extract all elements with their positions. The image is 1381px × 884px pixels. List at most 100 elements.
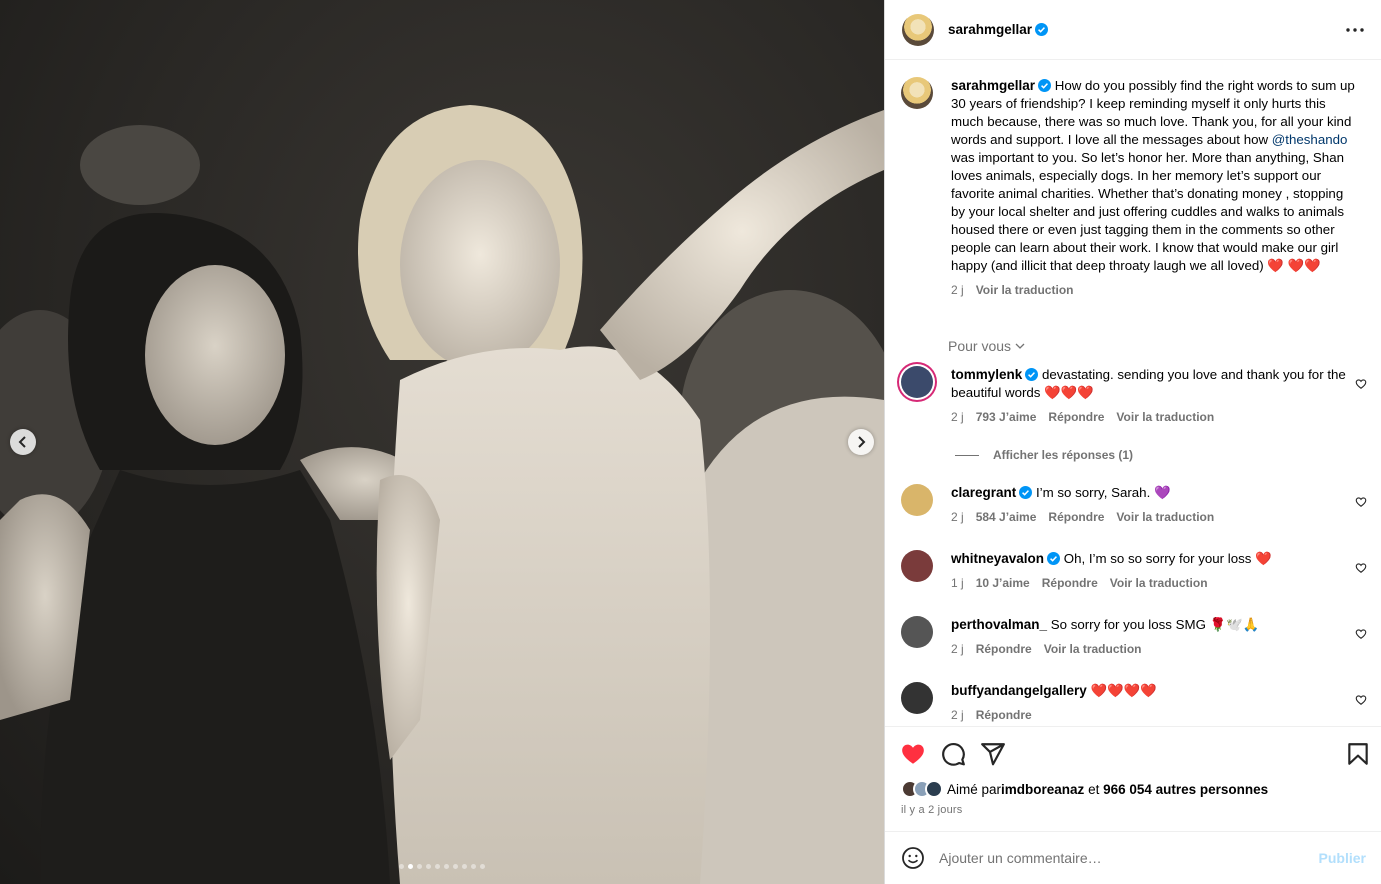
- commenter-avatar[interactable]: [901, 484, 933, 516]
- comment-emoji: 🌹🕊️🙏: [1209, 617, 1260, 632]
- comment-body: perthovalman_ So sorry for you loss SMG …: [951, 616, 1356, 658]
- caption-author-username[interactable]: sarahmgellar: [951, 78, 1035, 93]
- likes-count-link[interactable]: 966 054 autres personnes: [1103, 782, 1268, 797]
- commenter-avatar[interactable]: [901, 682, 933, 714]
- comment-meta: 1 j 10 J’aime Répondre Voir la traduction: [951, 574, 1356, 592]
- caption-text-continued: was important to you. So let’s honor her…: [951, 150, 1344, 273]
- comment-likes-link[interactable]: 793 J’aime: [976, 408, 1037, 426]
- caption-translate-link[interactable]: Voir la traduction: [976, 281, 1074, 299]
- post-media[interactable]: [0, 0, 884, 884]
- caption-body: sarahmgellar How do you possibly find th…: [951, 77, 1356, 299]
- more-horizontal-icon: [1346, 28, 1364, 32]
- comment-time: 2 j: [951, 510, 964, 524]
- author-username[interactable]: sarahmgellar: [948, 22, 1032, 37]
- post-date[interactable]: il y a 2 jours: [901, 804, 963, 816]
- carousel-dot: [399, 864, 404, 869]
- comment-reply-button[interactable]: Répondre: [976, 706, 1032, 724]
- commenter-username[interactable]: tommylenk: [951, 367, 1022, 382]
- comment-like-icon[interactable]: [1355, 693, 1367, 705]
- comment-body: claregrant I’m so sorry, Sarah. 💜 2 j 584 …: [951, 484, 1356, 526]
- caption-hearts: ❤️ ❤️❤️: [1267, 258, 1321, 273]
- comment-emoji: ❤️❤️❤️: [1044, 385, 1094, 400]
- comment-body: tommylenk devastating. sending you love …: [951, 366, 1356, 426]
- comment-emoji: 💜: [1153, 485, 1171, 500]
- chevron-left-icon: [18, 436, 26, 448]
- publish-button[interactable]: Publier: [1319, 850, 1366, 866]
- carousel-indicator: [0, 864, 884, 869]
- verified-badge-icon: [1038, 79, 1052, 92]
- caption-time: 2 j: [951, 283, 964, 297]
- caption-mention-link[interactable]: @theshando: [1272, 132, 1348, 147]
- like-filled-icon[interactable]: [900, 741, 926, 767]
- comment-meta: 2 j 793 J’aime Répondre Voir la traduction: [951, 408, 1356, 426]
- caption-author-avatar[interactable]: [901, 77, 933, 109]
- comment-time: 2 j: [951, 642, 964, 656]
- carousel-dot: [426, 864, 431, 869]
- carousel-dot: [453, 864, 458, 869]
- comment-emoji: ❤️: [1255, 551, 1272, 566]
- post-photo: [0, 105, 884, 884]
- commenter-username[interactable]: perthovalman_: [951, 617, 1047, 632]
- post-header: sarahmgellar: [885, 0, 1381, 60]
- comment-time: 2 j: [951, 708, 964, 722]
- comment-reply-button[interactable]: Répondre: [1042, 574, 1098, 592]
- author-avatar[interactable]: [902, 13, 934, 46]
- comment-likes-link[interactable]: 584 J’aime: [976, 508, 1037, 526]
- chevron-right-icon: [858, 436, 866, 448]
- comment-body: buffyandangelgallery ❤️❤️❤️❤️ 2 j Répondre: [951, 682, 1356, 724]
- comment-icon[interactable]: [940, 741, 966, 767]
- comment-reply-button[interactable]: Répondre: [1048, 508, 1104, 526]
- comment-like-icon[interactable]: [1355, 377, 1367, 389]
- commenter-username[interactable]: buffyandangelgallery: [951, 683, 1087, 698]
- next-image-button[interactable]: [848, 429, 874, 455]
- previous-image-button[interactable]: [10, 429, 36, 455]
- commenter-username[interactable]: whitneyavalon: [951, 551, 1044, 566]
- comment-reply-button[interactable]: Répondre: [976, 640, 1032, 658]
- for-you-sort[interactable]: Pour vous: [948, 338, 1025, 354]
- verified-badge-icon: [1019, 486, 1033, 499]
- comment-likes-link[interactable]: 10 J’aime: [976, 574, 1030, 592]
- verified-badge-icon: [1025, 368, 1039, 381]
- chevron-down-icon: [1015, 343, 1025, 349]
- likes-user-link[interactable]: imdboreanaz: [1001, 782, 1084, 797]
- comment-translate-link[interactable]: Voir la traduction: [1110, 574, 1208, 592]
- comment-meta: 2 j 584 J’aime Répondre Voir la traduction: [951, 508, 1356, 526]
- share-icon[interactable]: [980, 741, 1006, 767]
- commenter-avatar[interactable]: [901, 550, 933, 582]
- commenter-avatar[interactable]: [901, 366, 933, 398]
- comments-scroll-area[interactable]: sarahmgellar How do you possibly find th…: [885, 61, 1381, 725]
- comment-like-icon[interactable]: [1355, 495, 1367, 507]
- comment-text: I’m so sorry, Sarah.: [1035, 485, 1154, 500]
- liker-avatars: [901, 780, 943, 798]
- more-options-button[interactable]: [1345, 20, 1365, 40]
- view-replies-button[interactable]: Afficher les réponses (1): [955, 448, 1133, 462]
- comment-input[interactable]: [939, 850, 1319, 866]
- post-sidebar: sarahmgellar sarahmgellar How do you pos…: [884, 0, 1381, 884]
- carousel-dot: [480, 864, 485, 869]
- comment-emoji: ❤️❤️❤️❤️: [1090, 683, 1157, 698]
- bookmark-icon[interactable]: [1345, 741, 1371, 767]
- comment-like-icon[interactable]: [1355, 627, 1367, 639]
- comment-meta: 2 j Répondre: [951, 706, 1356, 724]
- verified-badge-icon: [1035, 23, 1049, 36]
- comment-text: So sorry for you loss SMG: [1050, 617, 1210, 632]
- comment-meta: 2 j Répondre Voir la traduction: [951, 640, 1356, 658]
- likes-prefix: Aimé par: [947, 781, 1002, 797]
- for-you-label: Pour vous: [948, 338, 1012, 354]
- comment-text: Oh, I’m so so sorry for your loss: [1063, 551, 1256, 566]
- carousel-dot: [471, 864, 476, 869]
- commenter-avatar[interactable]: [901, 616, 933, 648]
- comment-translate-link[interactable]: Voir la traduction: [1044, 640, 1142, 658]
- likes-summary: Aimé par imdboreanaz et 966 054 autres p…: [901, 780, 1268, 798]
- emoji-icon[interactable]: [901, 846, 925, 870]
- caption-meta: 2 j Voir la traduction: [951, 281, 1356, 299]
- comment-translate-link[interactable]: Voir la traduction: [1116, 408, 1214, 426]
- verified-badge-icon: [1047, 552, 1061, 565]
- comment-like-icon[interactable]: [1355, 561, 1367, 573]
- comment-reply-button[interactable]: Répondre: [1048, 408, 1104, 426]
- action-bar: [885, 726, 1381, 782]
- comment-translate-link[interactable]: Voir la traduction: [1116, 508, 1214, 526]
- commenter-username[interactable]: claregrant: [951, 485, 1016, 500]
- carousel-dot: [435, 864, 440, 869]
- liker-avatar[interactable]: [925, 780, 943, 798]
